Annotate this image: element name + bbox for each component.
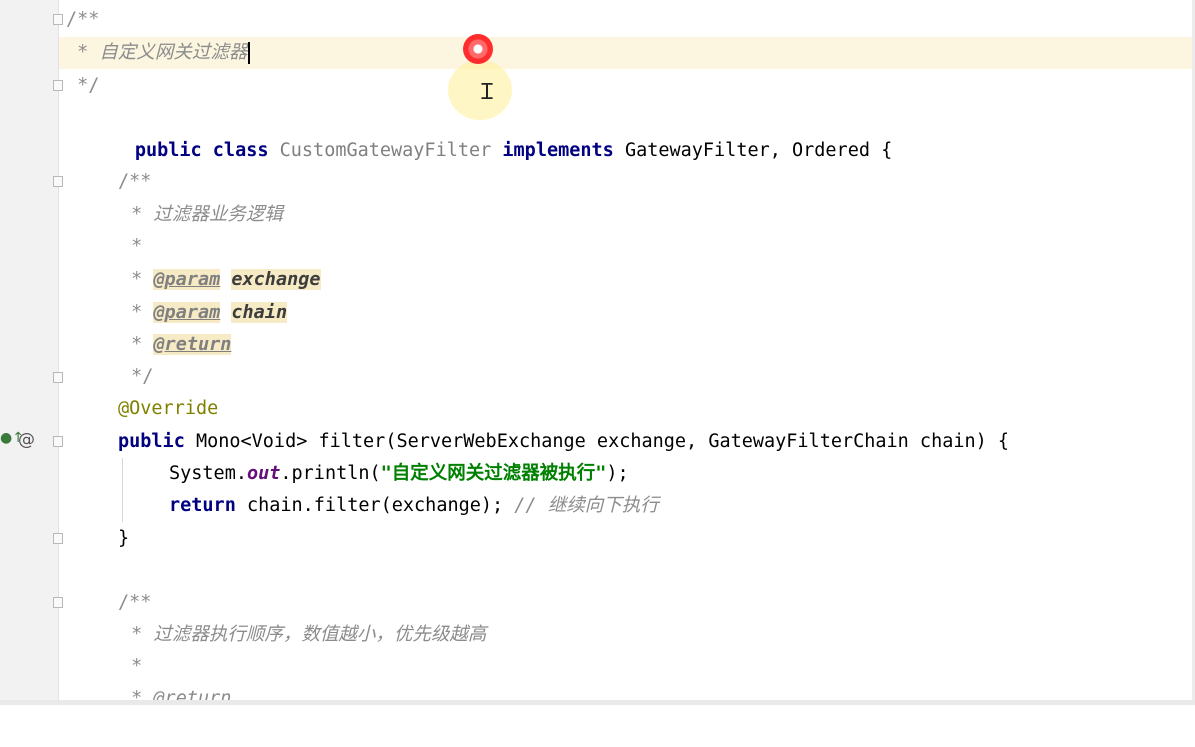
override-annotation: @Override — [118, 398, 219, 419]
statement-end: ); — [606, 463, 629, 484]
code-line: */ — [59, 70, 1195, 102]
filter-doc-description: * 过滤器业务逻辑 — [120, 204, 283, 225]
doc-comment-open: /** — [66, 9, 100, 30]
code-line-partial: * @return — [59, 683, 1195, 700]
system-ref: System. — [169, 463, 247, 484]
closing-brace: } — [118, 528, 130, 549]
code-line: * — [59, 231, 1195, 263]
doc-star: * — [120, 302, 154, 323]
doc-blank-line: * — [120, 236, 143, 257]
horizontal-scrollbar[interactable] — [0, 700, 1195, 705]
code-line: return chain.filter(exchange); // 继续向下执行 — [59, 490, 1195, 522]
code-line: * @param chain — [59, 297, 1195, 329]
code-line: * 过滤器业务逻辑 — [59, 199, 1195, 231]
editor-gutter[interactable] — [0, 0, 58, 705]
doc-blank-line: * — [120, 656, 143, 677]
code-line: public class CustomGatewayFilter impleme… — [59, 103, 1195, 161]
doc-comment-close: */ — [66, 75, 100, 96]
filter-method-signature: Mono<Void> filter(ServerWebExchange exch… — [195, 431, 1010, 452]
indent-guide — [122, 458, 123, 522]
param-tag: @param — [153, 269, 221, 290]
param-tag: @param — [153, 302, 221, 323]
annotation-marker-icon[interactable]: @ — [18, 430, 35, 450]
click-indicator-icon — [463, 34, 493, 64]
doc-star: * — [120, 334, 154, 355]
param-exchange: exchange — [231, 269, 321, 290]
order-doc-description: * 过滤器执行顺序，数值越小，优先级越高 — [120, 624, 487, 645]
code-line: /** — [59, 166, 1195, 198]
code-line: public Mono<Void> filter(ServerWebExchan… — [59, 426, 1195, 458]
code-line: /** — [59, 4, 1195, 36]
doc-comment-open: /** — [118, 592, 152, 613]
code-editor[interactable]: /** * 自定义网关过滤器 */ public class CustomGat… — [59, 0, 1195, 700]
code-line: * — [59, 651, 1195, 683]
out-field: out — [246, 463, 281, 484]
class-doc-comment: * 自定义网关过滤器 — [66, 42, 248, 63]
code-line: } — [59, 523, 1195, 555]
code-line: * @param exchange — [59, 264, 1195, 296]
doc-comment-open: /** — [118, 171, 152, 192]
code-line: System.out.println("自定义网关过滤器被执行"); — [59, 458, 1195, 490]
string-literal: "自定义网关过滤器被执行" — [380, 463, 607, 484]
code-line: * @return — [59, 329, 1195, 361]
code-line-current: * 自定义网关过滤器 — [59, 37, 1195, 69]
return-tag: @return — [153, 334, 232, 355]
return-expression: chain.filter(exchange); — [246, 495, 515, 516]
code-line: */ — [59, 361, 1195, 393]
return-tag-partial: * @return — [120, 688, 232, 700]
class-name: CustomGatewayFilter — [279, 140, 492, 161]
keyword-class: class — [212, 140, 269, 161]
code-line: @Override — [59, 393, 1195, 425]
keyword-public: public — [118, 431, 185, 452]
text-caret — [248, 42, 251, 64]
interface-list: GatewayFilter, Ordered { — [624, 140, 893, 161]
keyword-implements: implements — [502, 140, 614, 161]
doc-star: * — [120, 269, 154, 290]
doc-comment-close: */ — [120, 366, 154, 387]
code-line: /** — [59, 587, 1195, 619]
keyword-return: return — [169, 495, 236, 516]
line-comment: // 继续向下执行 — [514, 495, 659, 516]
ibeam-cursor-icon: Ｉ — [476, 80, 499, 105]
param-chain: chain — [231, 302, 288, 323]
keyword-public: public — [134, 140, 202, 161]
println-call: .println( — [280, 463, 381, 484]
code-line: * 过滤器执行顺序，数值越小，优先级越高 — [59, 619, 1195, 651]
